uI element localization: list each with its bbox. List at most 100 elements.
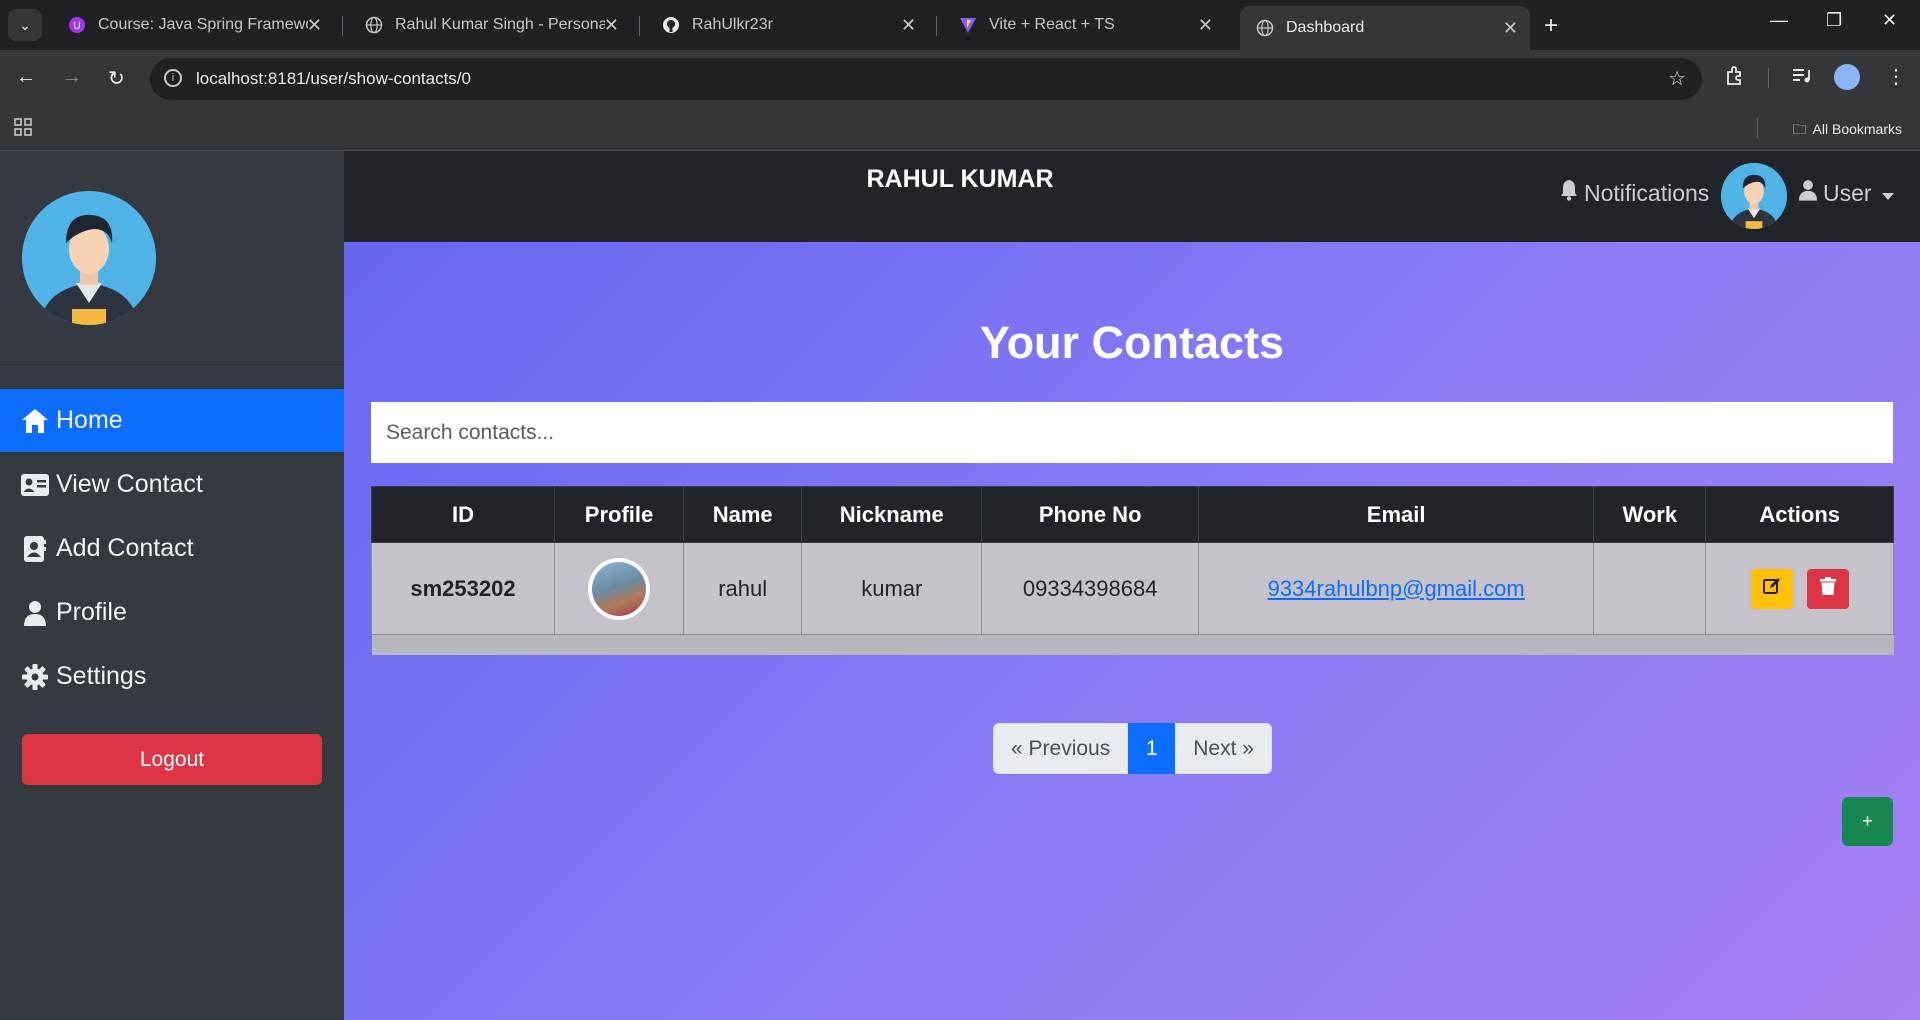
media-control-icon[interactable] — [1790, 64, 1812, 92]
close-tab-icon[interactable]: ✕ — [901, 15, 916, 36]
contact-book-icon — [20, 535, 50, 562]
tab-title: RahUlkr23r — [692, 16, 773, 33]
browser-menu-icon[interactable]: ⋮ — [1886, 64, 1906, 89]
browser-tab-2[interactable]: Rahul Kumar Singh - Personal P ✕ — [349, 6, 631, 44]
home-icon — [20, 408, 50, 434]
bell-icon — [1560, 179, 1578, 207]
user-dropdown-label: User — [1823, 179, 1872, 206]
url-text[interactable]: localhost:8181/user/show-contacts/0 — [196, 69, 471, 89]
tab-divider — [936, 16, 937, 36]
close-tab-icon[interactable]: ✕ — [1503, 18, 1518, 39]
address-bar[interactable]: i localhost:8181/user/show-contacts/0 ☆ — [150, 58, 1702, 100]
browser-tab-4[interactable]: Vite + React + TS ✕ — [943, 6, 1225, 44]
column-header-actions: Actions — [1705, 486, 1894, 543]
trash-icon — [1819, 577, 1836, 600]
sidebar-divider — [0, 364, 344, 365]
new-tab-button[interactable]: + — [1544, 12, 1558, 40]
add-contact-fab[interactable]: + — [1842, 797, 1893, 846]
contact-nickname: kumar — [801, 542, 983, 635]
browser-toolbar: ← → ↻ i localhost:8181/user/show-contact… — [0, 50, 1920, 108]
id-card-icon — [20, 473, 50, 496]
previous-page-button[interactable]: « Previous — [993, 723, 1129, 774]
sidebar-item-add-contact[interactable]: Add Contact — [0, 517, 344, 580]
tab-divider — [639, 16, 640, 36]
globe-icon — [365, 16, 383, 34]
column-header-name: Name — [683, 486, 803, 543]
table-footer-spacer — [371, 634, 1894, 655]
close-window-icon[interactable]: ✕ — [1882, 10, 1897, 31]
sidebar-item-view-contact[interactable]: View Contact — [0, 453, 344, 516]
back-icon[interactable]: ← — [16, 66, 36, 89]
edit-contact-button[interactable] — [1750, 568, 1793, 609]
svg-text:U: U — [73, 21, 80, 32]
bookmark-star-icon[interactable]: ☆ — [1668, 66, 1686, 91]
delete-contact-button[interactable] — [1806, 568, 1849, 609]
tab-search-button[interactable]: ⌄ — [8, 9, 42, 41]
user-icon — [1799, 179, 1817, 207]
apps-grid-icon[interactable] — [14, 118, 32, 141]
page-viewport: Home View Contact Add Contact Profile Se… — [0, 151, 1920, 1020]
github-icon — [662, 16, 680, 34]
table-header-row: ID Profile Name Nickname Phone No Email … — [371, 486, 1894, 543]
close-tab-icon[interactable]: ✕ — [604, 15, 619, 36]
contact-email-cell: 9334rahulbnp@gmail.com — [1198, 542, 1595, 635]
sidebar-item-label: Settings — [56, 662, 147, 690]
column-header-nickname: Nickname — [801, 486, 983, 543]
close-tab-icon[interactable]: ✕ — [1198, 15, 1213, 36]
folder-icon: 🗀 — [1792, 121, 1807, 137]
contact-email-link[interactable]: 9334rahulbnp@gmail.com — [1268, 576, 1525, 601]
restore-icon[interactable]: ❐ — [1826, 10, 1842, 31]
reload-icon[interactable]: ↻ — [108, 66, 125, 91]
sidebar-avatar — [22, 191, 156, 325]
user-dropdown[interactable]: User — [1799, 179, 1894, 207]
browser-profile-avatar[interactable] — [1834, 64, 1860, 90]
table-row: sm253202 rahul kumar 09334398684 9334rah… — [371, 542, 1894, 635]
contact-actions-cell — [1705, 542, 1894, 635]
sidebar-item-label: Profile — [56, 598, 127, 626]
page-1-button[interactable]: 1 — [1128, 723, 1176, 774]
page-title: Your Contacts — [979, 317, 1285, 368]
bookmarks-divider — [1757, 118, 1758, 138]
contact-id: sm253202 — [371, 542, 555, 635]
browser-tab-5-active[interactable]: Dashboard ✕ — [1240, 6, 1530, 50]
browser-tab-3[interactable]: RahUlkr23r ✕ — [646, 6, 928, 44]
tab-divider — [342, 16, 343, 36]
sidebar-item-home[interactable]: Home — [0, 389, 344, 452]
next-page-button[interactable]: Next » — [1175, 723, 1272, 774]
close-tab-icon[interactable]: ✕ — [307, 15, 322, 36]
column-header-profile: Profile — [553, 486, 685, 543]
browser-tab-1[interactable]: U Course: Java Spring Framework ✕ — [52, 6, 334, 44]
sidebar-item-profile[interactable]: Profile — [0, 581, 344, 644]
navbar-brand[interactable]: RAHUL KUMAR — [344, 165, 1576, 194]
tab-title: Dashboard — [1286, 19, 1365, 36]
vite-icon — [959, 16, 977, 34]
toolbar-divider — [1768, 68, 1769, 88]
main-content: RAHUL KUMAR Notifications User Your Cont… — [344, 151, 1920, 1020]
sidebar-item-settings[interactable]: Settings — [0, 645, 344, 708]
navbar-avatar[interactable] — [1721, 163, 1787, 229]
logout-button[interactable]: Logout — [22, 734, 322, 785]
gear-icon — [20, 663, 50, 690]
contact-profile-image — [588, 557, 650, 620]
contact-work — [1593, 542, 1707, 635]
top-navbar: RAHUL KUMAR Notifications User — [344, 151, 1920, 242]
udemy-icon: U — [68, 16, 86, 34]
search-input[interactable] — [371, 402, 1893, 463]
extensions-icon[interactable] — [1724, 64, 1746, 92]
globe-icon — [1256, 19, 1274, 37]
all-bookmarks-button[interactable]: 🗀 All Bookmarks — [1793, 119, 1902, 143]
notifications-link[interactable]: Notifications — [1560, 179, 1709, 207]
tab-title: Course: Java Spring Framework — [98, 16, 308, 33]
column-header-work: Work — [1593, 486, 1707, 543]
contact-name: rahul — [683, 542, 803, 635]
site-info-icon[interactable]: i — [164, 69, 182, 87]
caret-down-icon — [1881, 180, 1894, 207]
forward-icon[interactable]: → — [62, 66, 82, 89]
tab-title: Vite + React + TS — [989, 16, 1115, 33]
column-header-phone: Phone No — [981, 486, 1200, 543]
table-footer-cell — [371, 634, 1894, 655]
column-header-id: ID — [371, 486, 555, 543]
sidebar-item-label: Home — [56, 406, 123, 434]
browser-tab-strip: ⌄ U Course: Java Spring Framework ✕ Rahu… — [0, 0, 1920, 50]
minimize-icon[interactable]: — — [1770, 10, 1788, 31]
